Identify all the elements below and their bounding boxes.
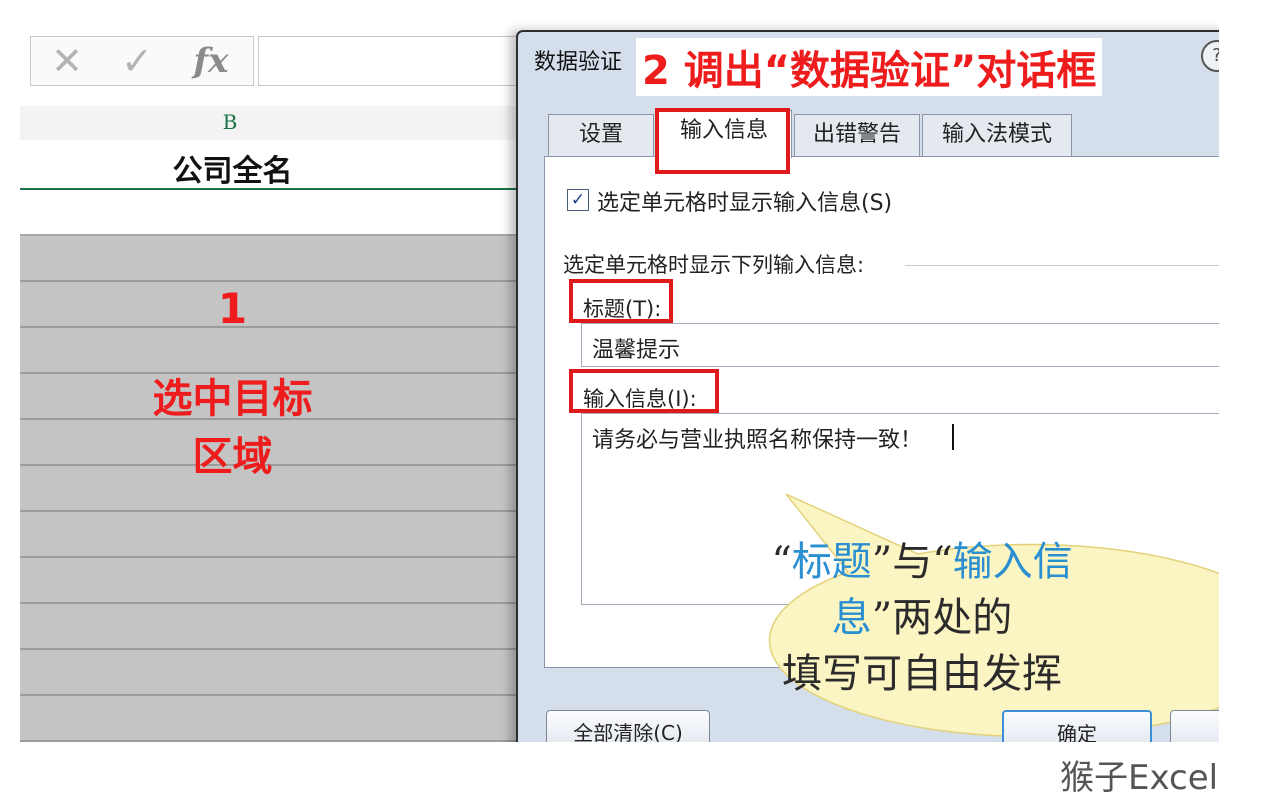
fx-icon[interactable]: fx xyxy=(181,39,241,83)
input-message-value: 请务必与营业执照名称保持一致！ xyxy=(592,428,923,453)
callout-keyword-title: 标题 xyxy=(791,539,872,585)
callout-connector: ”与“ xyxy=(871,539,953,585)
ok-button[interactable]: 确定 xyxy=(1002,710,1152,742)
watermark: 猴子Excel xyxy=(1060,758,1219,798)
show-input-message-label[interactable]: 选定单元格时显示输入信息(S) xyxy=(597,185,892,217)
header-cell-text: 公司全名 xyxy=(172,154,293,189)
formula-input[interactable] xyxy=(258,36,522,86)
title-input-value: 温馨提示 xyxy=(592,338,681,363)
tab-highlight-box xyxy=(655,108,790,174)
callout-text: “标题”与“输入信息”两处的 填写可自由发挥 xyxy=(732,534,1112,702)
tab-ime-mode[interactable]: 输入法模式 xyxy=(922,114,1072,156)
group-label: 选定单元格时显示下列输入信息: xyxy=(563,249,873,279)
tab-error-alert[interactable]: 出错警告 xyxy=(794,114,920,156)
column-header-row: B xyxy=(20,106,520,142)
step1-number: 1 xyxy=(217,284,248,333)
blank-row[interactable] xyxy=(20,190,520,236)
column-header-b[interactable]: B xyxy=(210,110,250,134)
message-label-highlight-box xyxy=(569,369,719,413)
screenshot-frame: ✕ ✓ fx B 公司全名 1 选中目标 区域 数据验证 ? 2 调出“数据验证… xyxy=(20,14,1219,742)
tab-settings[interactable]: 设置 xyxy=(548,114,654,156)
close-icon[interactable]: ✕ xyxy=(47,39,87,83)
text-caret xyxy=(952,424,954,450)
check-icon[interactable]: ✓ xyxy=(117,39,157,83)
header-cell[interactable]: 公司全名 xyxy=(20,140,520,190)
help-icon[interactable]: ? xyxy=(1201,40,1219,72)
title-label-highlight-box xyxy=(569,279,673,323)
title-input[interactable]: 温馨提示 xyxy=(581,323,1219,367)
step2-annotation: 2 调出“数据验证”对话框 xyxy=(636,38,1103,96)
formula-buttons: ✕ ✓ fx xyxy=(30,36,254,86)
dialog-title: 数据验证 xyxy=(534,50,623,75)
show-input-message-checkbox[interactable]: ✓ xyxy=(567,189,589,211)
callout-tail-text: ”两处的 xyxy=(871,595,1013,641)
group-divider xyxy=(905,265,1219,266)
callout-last-line: 填写可自由发挥 xyxy=(782,651,1062,697)
clear-all-button[interactable]: 全部清除(C) xyxy=(546,710,710,742)
data-validation-dialog: 数据验证 ? 2 调出“数据验证”对话框 设置 输入信息 出错警告 输入法模式 … xyxy=(516,30,1219,742)
formula-bar: ✕ ✓ fx xyxy=(20,14,522,104)
step1-text-line1: 选中目标 xyxy=(152,376,313,422)
cancel-button[interactable] xyxy=(1170,710,1219,742)
callout-quote-open: “ xyxy=(771,539,792,585)
step1-text-line2: 区域 xyxy=(192,434,273,480)
